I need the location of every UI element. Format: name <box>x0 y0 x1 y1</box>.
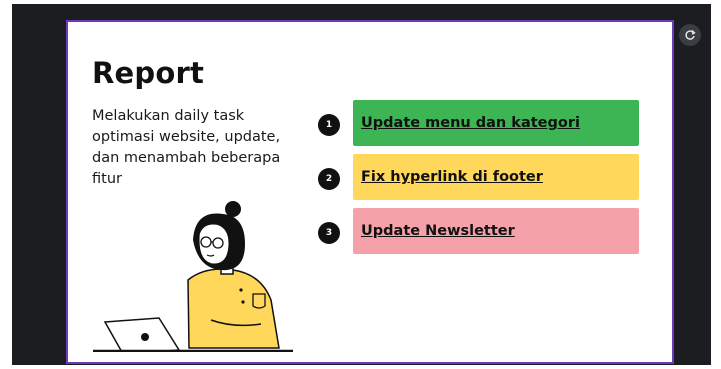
slide: Report Melakukan daily task optimasi web… <box>66 20 674 364</box>
task-item-fix-hyperlink[interactable]: Fix hyperlink di footer <box>353 154 639 200</box>
task-number-1: 1 <box>318 114 340 136</box>
slide-title: Report <box>92 56 205 90</box>
task-label: Update Newsletter <box>361 223 515 239</box>
task-number-3: 3 <box>318 222 340 244</box>
task-label: Update menu dan kategori <box>361 115 580 131</box>
refresh-icon <box>685 29 696 40</box>
task-number-2: 2 <box>318 168 340 190</box>
refresh-button[interactable] <box>679 24 701 46</box>
task-item-update-menu[interactable]: Update menu dan kategori <box>353 100 639 146</box>
task-item-update-newsletter[interactable]: Update Newsletter <box>353 208 639 254</box>
task-label: Fix hyperlink di footer <box>361 169 543 185</box>
slide-description: Melakukan daily task optimasi website, u… <box>92 108 281 187</box>
person-with-laptop-illustration <box>93 201 293 352</box>
